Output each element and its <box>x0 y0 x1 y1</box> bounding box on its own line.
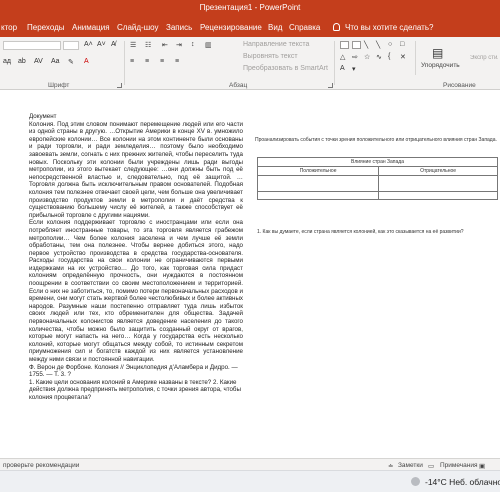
shape-rectangle-icon[interactable] <box>340 41 349 49</box>
separator <box>124 41 125 85</box>
weather-text[interactable]: -14°C Неб. облачно… <box>425 477 500 487</box>
table-cell[interactable] <box>378 191 498 200</box>
shape-textbox-icon[interactable]: A <box>340 65 345 72</box>
tab-slideshow[interactable]: Слайд-шоу <box>117 23 158 32</box>
align-left-icon[interactable]: ≡ <box>130 58 134 65</box>
clear-format-icon[interactable]: A̸ <box>111 41 116 48</box>
document-body-2: Если колония поддерживает торговлю с ино… <box>29 219 243 363</box>
shape-cross-icon[interactable]: ✕ <box>400 53 406 61</box>
tell-me-search[interactable]: Что вы хотите сделать? <box>345 23 433 32</box>
task-instruction: Проанализировать события с точки зрения … <box>255 137 497 143</box>
normal-view-icon[interactable]: ▣ <box>479 462 485 470</box>
paragraph-group-label: Абзац <box>229 82 248 89</box>
table-cell[interactable] <box>256 175 380 192</box>
accessibility-status[interactable]: проверьте рекомендации <box>3 462 79 469</box>
paragraph-dialog-launcher-icon[interactable] <box>328 83 333 88</box>
weather-icon <box>411 477 420 486</box>
arrange-button[interactable]: Упорядочить <box>421 62 460 69</box>
influence-table[interactable]: Влияние стран Запада Положительное Отрица… <box>256 157 498 200</box>
tab-animations[interactable]: Анимация <box>72 23 110 32</box>
align-center-icon[interactable]: ≡ <box>145 58 149 65</box>
document-heading: Документ <box>29 113 57 120</box>
table-cell[interactable] <box>378 175 498 192</box>
text-direction-button[interactable]: Направление текста <box>243 41 309 48</box>
align-right-icon[interactable]: ≡ <box>160 58 164 65</box>
drawing-group-label: Рисование <box>443 82 476 89</box>
comments-icon[interactable]: ▭ <box>428 462 434 470</box>
tab-record[interactable]: Запись <box>166 23 192 32</box>
grow-font-icon[interactable]: A˄ <box>84 41 93 48</box>
strikethrough-icon[interactable]: ab <box>18 58 26 65</box>
window-title: Презентация1 - PowerPoint <box>199 3 301 12</box>
decrease-indent-icon[interactable]: ⇤ <box>162 41 168 49</box>
ribbon: A˄ A˅ A̸ ад ab AV Aa ✎ A Шрифт ☰ ☷ ⇤ ⇥ ↕… <box>0 37 500 90</box>
document-questions: 1. Какие цели основания колоний в Америк… <box>29 378 241 401</box>
shape-arrow-icon[interactable]: ⇨ <box>352 53 358 61</box>
comments-button[interactable]: Примечания <box>440 462 478 469</box>
increase-indent-icon[interactable]: ⇥ <box>176 41 182 49</box>
columns-icon[interactable]: ▥ <box>205 41 212 49</box>
shape-brace-icon[interactable]: { <box>388 53 390 60</box>
highlight-icon[interactable]: ✎ <box>68 58 74 66</box>
justify-icon[interactable]: ≡ <box>175 58 179 65</box>
tab-help[interactable]: Справка <box>289 23 320 32</box>
convert-smartart-button[interactable]: Преобразовать в SmartArt <box>243 65 328 72</box>
notes-button[interactable]: Заметки <box>398 462 423 469</box>
font-name-box[interactable] <box>3 41 61 50</box>
shape-more-icon[interactable]: ▾ <box>352 65 356 73</box>
tab-design[interactable]: ктор <box>1 23 17 32</box>
ribbon-tabs: ктор Переходы Анимация Слайд-шоу Запись … <box>0 17 500 37</box>
align-text-button[interactable]: Выровнять текст <box>243 53 298 60</box>
tab-transitions[interactable]: Переходы <box>27 23 65 32</box>
font-size-box[interactable] <box>63 41 79 50</box>
table-cell[interactable] <box>256 191 380 200</box>
shape-line-icon[interactable]: ╲ <box>364 41 368 49</box>
separator <box>334 41 335 85</box>
shape-line2-icon[interactable]: ╲ <box>376 41 380 49</box>
numbering-icon[interactable]: ☷ <box>145 41 151 49</box>
text-shadow-icon[interactable]: ад <box>3 58 11 65</box>
separator <box>415 41 416 75</box>
lightbulb-icon <box>333 23 340 31</box>
shape-curve-icon[interactable]: ∿ <box>376 53 382 61</box>
shape-box-icon[interactable] <box>352 41 361 49</box>
shrink-font-icon[interactable]: A˅ <box>97 41 106 48</box>
font-group-label: Шрифт <box>48 82 70 89</box>
font-color-icon[interactable]: A <box>84 58 89 65</box>
column-negative: Отрицательное <box>378 166 498 176</box>
table-header: Влияние стран Запада <box>257 157 498 167</box>
change-case-icon[interactable]: Aa <box>51 58 60 65</box>
shape-rect2-icon[interactable]: □ <box>400 41 404 48</box>
column-positive: Положительное <box>256 166 380 176</box>
bullets-icon[interactable]: ☰ <box>130 41 136 49</box>
document-citation: Ф. Верон де Форбоне. Колония // Энциклоп… <box>29 363 238 379</box>
notes-icon[interactable]: ≐ <box>388 462 393 470</box>
char-spacing-icon[interactable]: AV <box>34 58 43 65</box>
shape-triangle-icon[interactable]: △ <box>340 53 345 61</box>
document-textbox[interactable]: Документ Колония. Под этим словом понима… <box>29 113 243 402</box>
taskbar: -14°C Неб. облачно… <box>0 470 500 492</box>
shape-oval-icon[interactable]: ○ <box>388 41 392 48</box>
tab-view[interactable]: Вид <box>268 23 282 32</box>
line-spacing-icon[interactable]: ↕ <box>191 41 195 48</box>
discussion-question: 1. Как вы думаете, если страна является … <box>257 229 464 235</box>
font-dialog-launcher-icon[interactable] <box>117 83 122 88</box>
shape-star-icon[interactable]: ☆ <box>364 53 370 61</box>
document-body: Колония. Под этим словом понимают переме… <box>29 120 243 219</box>
arrange-icon[interactable]: ▤ <box>432 46 443 60</box>
tab-review[interactable]: Рецензирование <box>200 23 262 32</box>
quick-styles-button[interactable]: Экспр стил <box>470 55 498 61</box>
title-bar: Презентация1 - PowerPoint <box>0 0 500 17</box>
